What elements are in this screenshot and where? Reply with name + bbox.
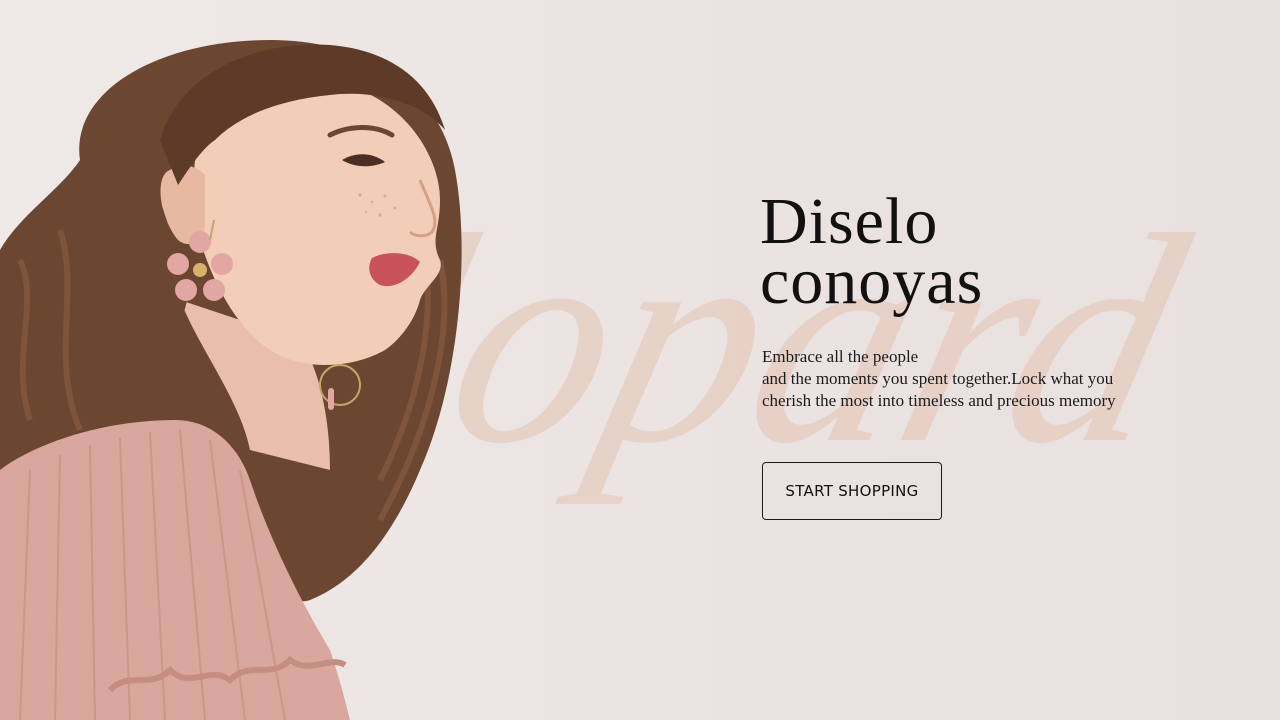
tagline-line-1: Embrace all the people xyxy=(762,347,919,366)
headline-line-2: conoyas xyxy=(760,245,984,318)
headline: Diselo conoyas xyxy=(760,185,1180,318)
model-photo xyxy=(0,40,462,720)
headline-line-1: Diselo xyxy=(760,185,939,258)
tagline-line-2: and the moments you spent together.Lock … xyxy=(762,369,1114,388)
start-shopping-button[interactable]: START SHOPPING xyxy=(762,462,942,520)
tagline: Embrace all the people and the moments y… xyxy=(762,346,1232,412)
tagline-line-3: cherish the most into timeless and preci… xyxy=(762,391,1116,410)
hero-banner: lopard Diselo conoyas Embrace all the pe… xyxy=(0,0,1280,720)
